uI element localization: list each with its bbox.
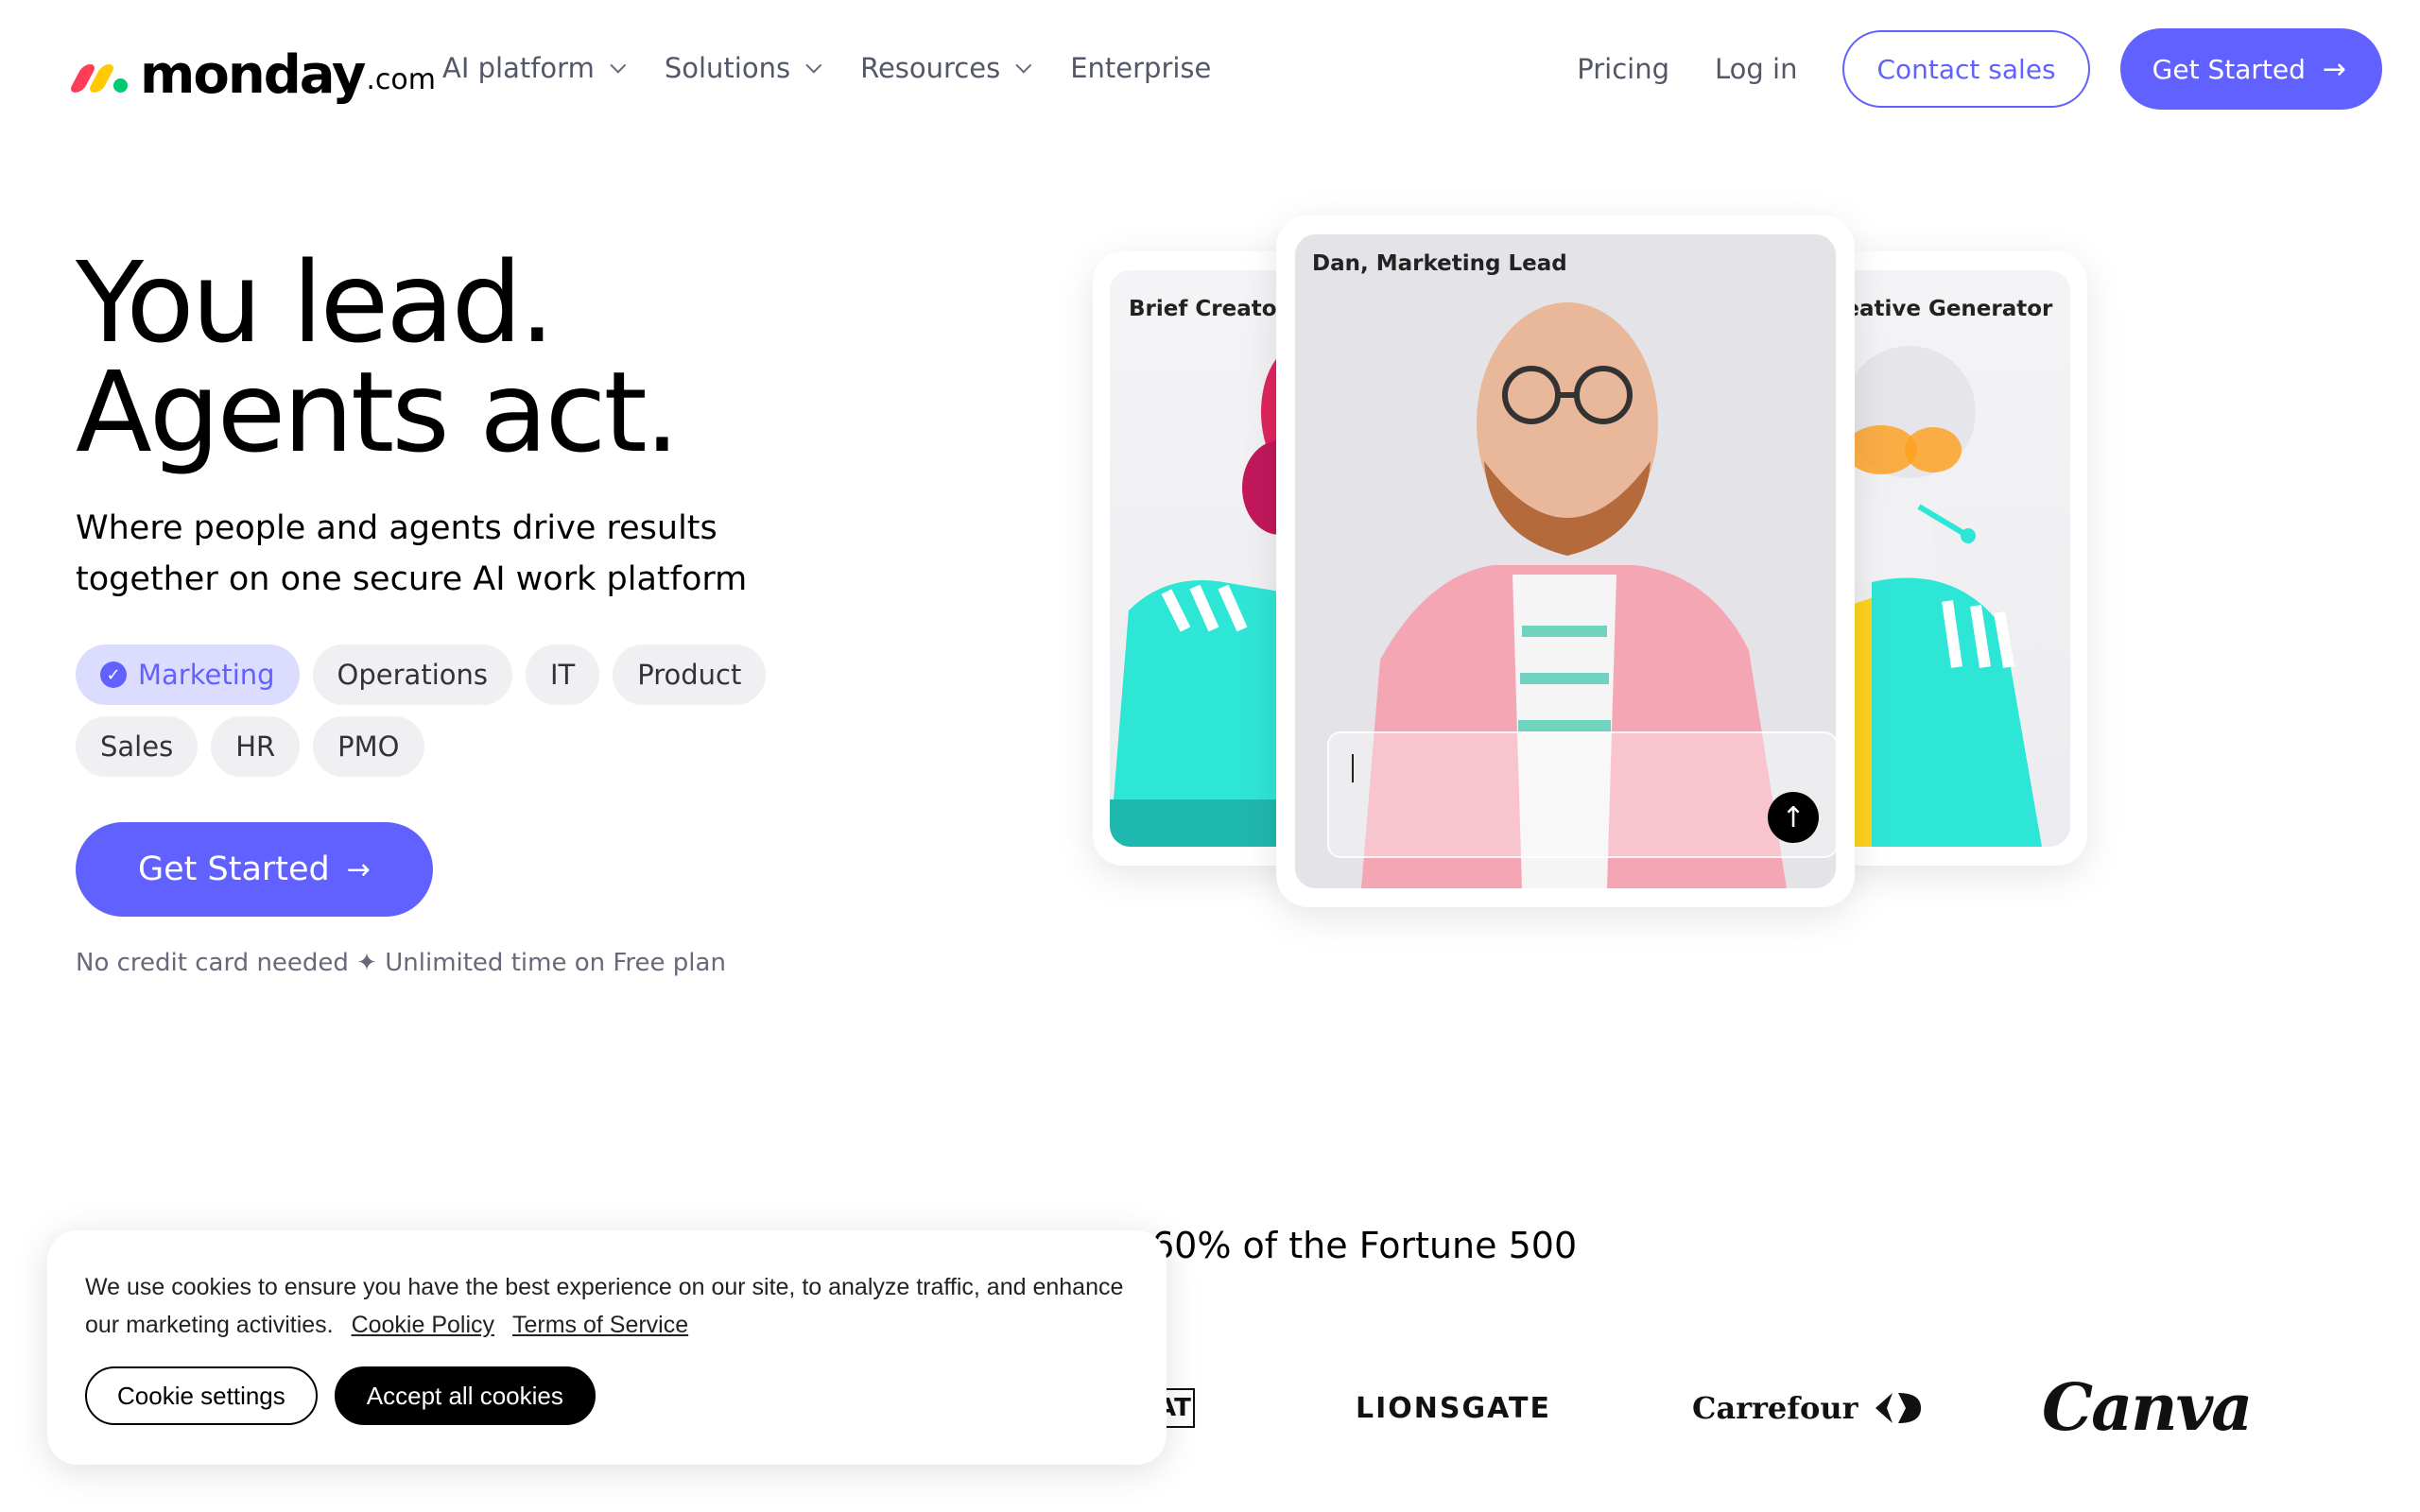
user-card-marketing-lead: Dan, Marketing Lead ↑	[1276, 215, 1855, 907]
chip-marketing[interactable]: ✓ Marketing	[76, 644, 300, 705]
chip-row: ✓ Marketing Operations IT Product	[76, 644, 813, 705]
pricing-link[interactable]: Pricing	[1577, 53, 1669, 85]
agent-card-image: reative Generator	[1834, 270, 2070, 847]
hero-title-line1: You lead.	[76, 237, 555, 368]
nav-enterprise[interactable]: Enterprise	[1070, 52, 1211, 84]
arrow-right-icon: →	[2322, 52, 2346, 86]
hero-title: You lead. Agents act.	[76, 237, 680, 477]
accept-all-cookies-button[interactable]: Accept all cookies	[334, 1366, 596, 1425]
nav-ai-platform-label: AI platform	[442, 52, 595, 84]
contact-sales-button[interactable]: Contact sales	[1842, 30, 2090, 108]
header-actions: Pricing Log in Contact sales Get Started…	[1577, 28, 2382, 110]
text-caret	[1352, 754, 1354, 782]
agent-card-creative-generator[interactable]: reative Generator	[1834, 251, 2087, 866]
carrefour-logo: Carrefour	[1692, 1361, 1923, 1455]
canva-logo: Canva	[2042, 1361, 2253, 1455]
nav-solutions-label: Solutions	[664, 52, 791, 84]
nav-resources[interactable]: Resources	[860, 52, 1032, 84]
chip-product[interactable]: Product	[613, 644, 767, 705]
chip-label: HR	[235, 730, 276, 763]
hero-get-started-button[interactable]: Get Started →	[76, 822, 433, 917]
agent-prompt-input[interactable]: ↑	[1327, 731, 1836, 858]
chip-sales[interactable]: Sales	[76, 716, 199, 777]
nav-ai-platform[interactable]: AI platform	[442, 52, 627, 84]
header-get-started-button[interactable]: Get Started →	[2119, 28, 2382, 110]
chip-operations[interactable]: Operations	[312, 644, 512, 705]
chevron-down-icon	[805, 57, 822, 74]
chip-it[interactable]: IT	[525, 644, 600, 705]
chevron-down-icon	[610, 57, 627, 74]
hero-subtitle: Where people and agents drive results to…	[76, 509, 748, 598]
agent-illustration	[1834, 346, 2042, 847]
chevron-down-icon	[1015, 57, 1032, 74]
agent-card-label: reative Generator	[1834, 297, 2053, 321]
logo-wordmark: monday	[140, 44, 366, 106]
arrow-right-icon: →	[346, 852, 371, 886]
chip-label: Product	[637, 659, 742, 691]
chip-label: PMO	[337, 730, 400, 763]
canva-text: Canva	[2042, 1370, 2253, 1446]
check-icon: ✓	[100, 662, 127, 688]
chip-label: Operations	[337, 659, 488, 691]
logo-suffix: .com	[366, 63, 436, 96]
lionsgate-text: LIONSGATE	[1356, 1391, 1551, 1425]
nav-solutions[interactable]: Solutions	[664, 52, 822, 84]
cookie-policy-link[interactable]: Cookie Policy	[352, 1312, 494, 1338]
main-nav: AI platform Solutions Resources Enterpri…	[442, 45, 1254, 91]
department-chips: ✓ Marketing Operations IT Product Sales …	[76, 644, 813, 788]
cookie-settings-button[interactable]: Cookie settings	[85, 1366, 318, 1425]
user-card-label: Dan, Marketing Lead	[1312, 251, 1567, 276]
cookie-message: We use cookies to ensure you have the be…	[85, 1268, 1125, 1344]
login-link[interactable]: Log in	[1715, 53, 1797, 85]
hero-cta-label: Get Started	[138, 850, 330, 888]
nav-resources-label: Resources	[860, 52, 1001, 84]
hero-title-line2: Agents act.	[76, 347, 680, 477]
agent-card-label: Brief Creator	[1129, 297, 1288, 321]
user-photo: Dan, Marketing Lead ↑	[1295, 234, 1836, 888]
cookie-actions: Cookie settings Accept all cookies	[85, 1366, 613, 1425]
monday-logo[interactable]: monday .com	[68, 34, 436, 106]
carrefour-text: Carrefour	[1692, 1390, 1858, 1426]
site-header: monday .com AI platform Solutions Resour…	[0, 0, 2420, 138]
chip-label: Sales	[100, 730, 174, 763]
arrow-up-icon[interactable]: ↑	[1768, 792, 1819, 843]
lionsgate-logo: LIONSGATE	[1356, 1361, 1551, 1455]
chip-pmo[interactable]: PMO	[313, 716, 424, 777]
carrefour-mark-icon	[1875, 1393, 1921, 1423]
chip-label: Marketing	[138, 659, 275, 691]
header-get-started-label: Get Started	[2152, 53, 2306, 85]
chip-hr[interactable]: HR	[211, 716, 301, 777]
nav-enterprise-label: Enterprise	[1070, 52, 1212, 84]
hero-note: No credit card needed ✦ Unlimited time o…	[76, 949, 726, 977]
cookie-banner: We use cookies to ensure you have the be…	[47, 1230, 1167, 1465]
terms-of-service-link[interactable]: Terms of Service	[512, 1312, 688, 1338]
fortune-headline: 60% of the Fortune 500	[1151, 1225, 1578, 1266]
logo-mark-icon	[68, 64, 132, 93]
chip-label: IT	[549, 659, 576, 691]
chip-row: Sales HR PMO	[76, 716, 813, 777]
